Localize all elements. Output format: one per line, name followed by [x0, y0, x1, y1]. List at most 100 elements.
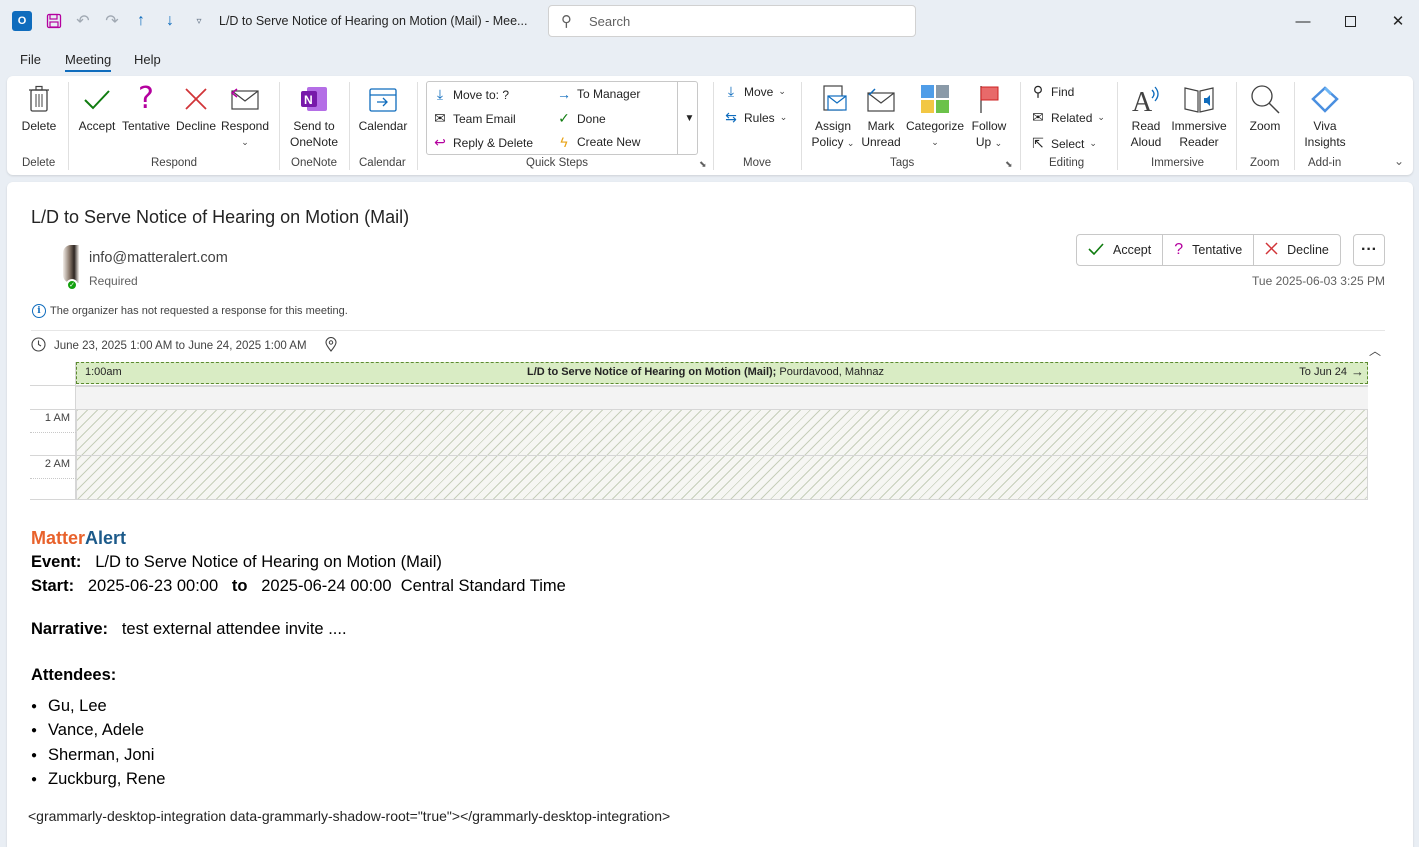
quick-step-label: To Manager	[577, 87, 641, 101]
assign-policy-button[interactable]: Assign Policy ⌄	[807, 80, 859, 151]
decline-ribbon-button[interactable]: Decline	[173, 80, 219, 134]
related-button[interactable]: ✉ Related ⌄	[1030, 109, 1105, 126]
attendees-heading: Attendees:	[31, 666, 116, 685]
list-item: Gu, Lee	[31, 694, 165, 719]
read-aloud-button[interactable]: A Read Aloud	[1123, 80, 1169, 150]
event-organizer: Pourdavood, Mahnaz	[776, 366, 884, 378]
quick-step-done[interactable]: ✓ Done	[556, 110, 606, 127]
response-button-group: Accept ? Tentative Decline	[1076, 234, 1341, 266]
envelope-unread-icon	[859, 80, 903, 118]
calendar-label: Calendar	[358, 119, 408, 133]
quick-step-team-email[interactable]: ✉ Team Email	[432, 110, 516, 127]
decline-button[interactable]: Decline	[1254, 235, 1340, 265]
dialog-launcher-icon[interactable]: ⬊	[699, 159, 707, 170]
collapse-chevron-up-icon[interactable]: ︿	[1369, 342, 1381, 359]
quick-step-label: Reply & Delete	[453, 135, 534, 150]
respond-ribbon-button[interactable]: Respond ⌄	[219, 80, 271, 150]
categorize-icon	[903, 80, 967, 118]
group-calendar-label: Calendar	[359, 157, 406, 169]
envelope-icon: ✉	[434, 110, 446, 126]
calendar-event-bar[interactable]: 1:00am L/D to Serve Notice of Hearing on…	[76, 362, 1368, 384]
quick-steps-more-button[interactable]: ▼	[677, 81, 701, 155]
save-icon[interactable]	[43, 10, 65, 32]
attendance-status: Required	[89, 274, 138, 288]
accept-button[interactable]: Accept	[1077, 235, 1164, 265]
start-label: Start:	[31, 577, 75, 595]
move-button[interactable]: ⤓ Move ⌄	[723, 83, 786, 100]
lightning-icon: ϟ	[560, 134, 568, 150]
info-icon: i	[32, 304, 46, 318]
attendees-label: Attendees:	[31, 666, 117, 684]
tab-help[interactable]: Help	[134, 52, 161, 67]
quick-step-move-to[interactable]: ⤓ Move to: ?	[432, 86, 509, 103]
group-editing-label: Editing	[1049, 157, 1085, 169]
avatar[interactable]	[63, 245, 79, 283]
event-title-line: L/D to Serve Notice of Hearing on Motion…	[527, 366, 884, 378]
calendar-slot-row	[76, 386, 1368, 410]
tab-file[interactable]: File	[20, 52, 41, 67]
location-pin-icon	[325, 337, 337, 355]
delete-button[interactable]: Delete	[19, 80, 59, 134]
mark-unread-button[interactable]: Mark Unread	[859, 80, 903, 150]
respond-label: Respond	[220, 119, 270, 133]
tab-meeting[interactable]: Meeting	[65, 52, 112, 72]
quick-step-to-manager[interactable]: → To Manager	[556, 86, 640, 102]
previous-item-icon[interactable]: ↑	[130, 10, 152, 32]
quick-step-reply-delete[interactable]: ↩ Reply & Delete	[432, 134, 533, 151]
categorize-button[interactable]: Categorize ⌄	[903, 80, 967, 150]
calendar-half-hour-line	[30, 432, 76, 433]
viva-insights-icon	[1299, 80, 1351, 118]
viva-insights-button[interactable]: Viva Insights	[1299, 80, 1351, 150]
customize-toolbar-icon[interactable]: ▿	[188, 10, 210, 32]
timezone-value: Central Standard Time	[400, 577, 566, 595]
time-gutter	[30, 362, 76, 500]
search-icon: ⚲	[1032, 83, 1044, 99]
send-to-onenote-button[interactable]: N Send to OneNote	[285, 80, 343, 150]
magnifier-icon	[1243, 80, 1287, 118]
close-window-button[interactable]: ✕	[1386, 10, 1410, 32]
delete-label: Delete	[21, 119, 57, 133]
narrative-line: Narrative: test external attendee invite…	[31, 620, 347, 639]
categorize-label: Categorize	[905, 119, 965, 133]
accept-label: Accept	[1113, 243, 1152, 257]
accept-ribbon-button[interactable]: Accept	[75, 80, 119, 134]
maximize-button[interactable]	[1338, 10, 1362, 32]
minimize-button[interactable]: —	[1291, 10, 1315, 32]
ribbon-divider	[1236, 82, 1237, 170]
immersive-reader-button[interactable]: Immersive Reader	[1169, 80, 1229, 150]
next-item-icon[interactable]: ↓	[159, 10, 181, 32]
dialog-launcher-icon[interactable]: ⬊	[1005, 159, 1013, 170]
quick-step-create-new[interactable]: ϟ Create New	[556, 134, 640, 150]
list-item: Zuckburg, Rene	[31, 768, 165, 793]
tentative-ribbon-button[interactable]: ? Tentative	[119, 80, 173, 134]
group-immersive-label: Immersive	[1151, 157, 1205, 169]
ribbon-divider	[68, 82, 69, 170]
quick-step-label: Create New	[577, 135, 641, 149]
question-mark-icon: ?	[1174, 241, 1184, 258]
search-input[interactable]: ⚲ Search	[548, 5, 916, 37]
brand-part1: Matter	[31, 528, 86, 548]
checkmark-icon	[75, 80, 119, 118]
assign-label-line2: Policy	[811, 135, 844, 149]
select-button[interactable]: ⇱ Select ⌄	[1030, 135, 1097, 152]
redo-icon[interactable]: ↷	[101, 10, 123, 32]
search-placeholder: Search	[589, 14, 631, 29]
find-button[interactable]: ⚲ Find	[1030, 83, 1074, 100]
rules-button[interactable]: ⇆ Rules ⌄	[723, 109, 787, 126]
more-actions-button[interactable]: ···	[1353, 234, 1385, 266]
calendar-button[interactable]: Calendar	[355, 80, 411, 134]
calendar-icon	[355, 80, 411, 118]
end-value: 2025-06-24 00:00	[261, 577, 392, 595]
quick-step-label: Done	[577, 111, 606, 126]
ribbon-divider	[713, 82, 714, 170]
sender-address[interactable]: info@matteralert.com	[89, 250, 228, 266]
search-icon: ⚲	[561, 13, 572, 30]
follow-up-button[interactable]: Follow Up ⌄	[967, 80, 1011, 151]
ribbon-expand-chevron-icon[interactable]: ⌄	[1394, 154, 1404, 168]
envelope-icon: ✉	[1032, 109, 1044, 125]
tentative-button[interactable]: ? Tentative	[1163, 235, 1255, 265]
checkmark-icon	[1088, 242, 1104, 258]
arrow-right-icon: →	[557, 86, 571, 102]
undo-icon[interactable]: ↶	[72, 10, 94, 32]
zoom-button[interactable]: Zoom	[1243, 80, 1287, 134]
